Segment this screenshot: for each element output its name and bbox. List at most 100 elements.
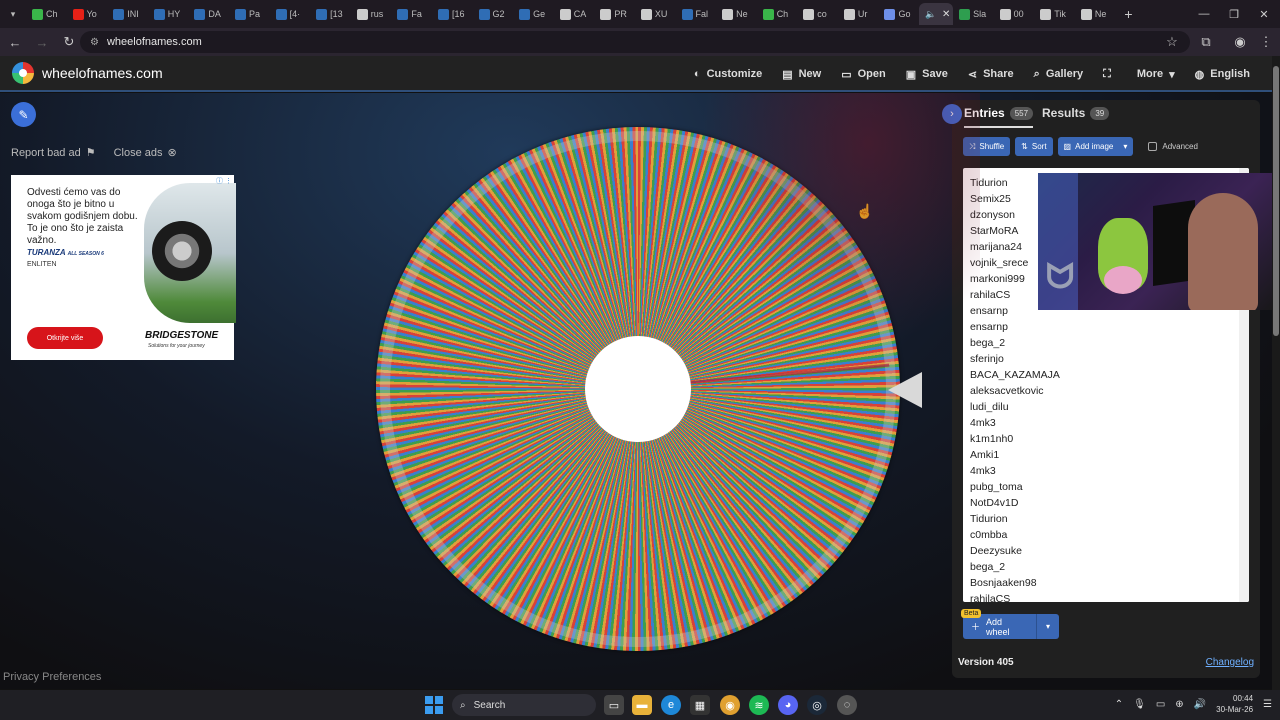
tray-chevron-icon[interactable]: ⌃ [1115,699,1123,710]
browser-tab-14[interactable]: PR [594,3,635,25]
menu-open[interactable]: ▭ Open [831,56,896,92]
site-info-icon[interactable]: ⚙ [90,37,99,48]
edge-icon[interactable]: e [661,695,681,715]
task-view-icon[interactable]: ▭ [604,695,624,715]
report-bad-ad-link[interactable]: Report bad ad ⚑ [11,146,96,159]
reload-button[interactable]: ↻ [57,30,81,54]
menu-new[interactable]: ▤ New [772,56,831,92]
profile-avatar[interactable]: ◉ [1228,30,1252,54]
browser-tab-right-3[interactable]: Ne [1075,3,1116,25]
browser-tab-19[interactable]: co [797,3,838,25]
beta-badge: Beta [961,609,982,618]
ad-info-icon[interactable]: ⓘ ⋮ [216,176,232,186]
privacy-preferences-link[interactable]: Privacy Preferences [3,671,101,683]
browser-tab-1[interactable]: Yo [67,3,108,25]
tab-entries[interactable]: Entries 557 [964,106,1034,128]
menu-save[interactable]: ▣ Save [896,56,958,92]
advanced-checkbox[interactable]: Advanced [1148,142,1198,151]
page-scrollbar[interactable] [1272,56,1280,690]
browser-tab-13[interactable]: CA [554,3,595,25]
display-icon[interactable]: ▭ [1156,699,1165,710]
notifications-icon[interactable]: ☰ [1263,699,1272,710]
browser-tab-20[interactable]: Ur [838,3,879,25]
checkbox-box[interactable] [1148,142,1158,151]
forward-button[interactable]: → [30,30,54,54]
tab-label: co [817,9,827,19]
browser-tab-17[interactable]: Ne [716,3,757,25]
discord-icon[interactable]: ◕ [778,695,798,715]
browser-tab-9[interactable]: Fa [391,3,432,25]
bookmark-star-icon[interactable]: ☆ [1160,30,1184,54]
add-image-button[interactable]: ▨ Add image ▾ [1057,137,1134,156]
steam-icon[interactable]: ◎ [807,695,827,715]
browser-tab-5[interactable]: Pa [229,3,270,25]
windows-start-icon[interactable] [425,696,443,714]
tab-label: Ne [736,9,748,19]
browser-tab-8[interactable]: rus [351,3,392,25]
ad-cta-button[interactable]: Otkrijte više [27,327,103,349]
browser-tab-3[interactable]: HY [148,3,189,25]
tab-favicon-icon [1080,8,1092,20]
browser-tab-right-0[interactable]: Sla [953,3,994,25]
extensions-icon[interactable]: ⧉ [1194,30,1218,54]
spin-wheel[interactable] [376,127,900,651]
menu-customize[interactable]: ◐ Customize [684,56,772,92]
chrome-icon[interactable]: ◉ [720,695,740,715]
back-button[interactable]: ← [3,30,27,54]
page-scrollbar-thumb[interactable] [1273,66,1279,336]
browser-tab-21[interactable]: Go [878,3,919,25]
browser-tab-6[interactable]: [4· [270,3,311,25]
browser-menu-icon[interactable]: ⋮ [1254,30,1278,54]
url-input[interactable]: ⚙ wheelofnames.com [80,31,1190,53]
browser-tab-16[interactable]: Fal [676,3,717,25]
wheel-center[interactable] [585,336,691,442]
browser-tab-18[interactable]: Ch [757,3,798,25]
tab-search-dropdown-icon[interactable]: ▾ [0,0,26,28]
browser-tab-11[interactable]: G2 [473,3,514,25]
browser-tab-right-2[interactable]: Tik [1034,3,1075,25]
advertisement-banner[interactable]: Odvesti ćemo vas do onoga što je bitno u… [11,175,236,360]
browser-tab-0[interactable]: Ch [26,3,67,25]
browser-tab-7[interactable]: [13 [310,3,351,25]
close-window-icon[interactable]: ✕ [1248,0,1280,28]
browser-tab-2[interactable]: INI [107,3,148,25]
menu-fullscreen[interactable]: ⛶ [1093,56,1127,92]
close-tab-icon[interactable]: ✕ [939,9,953,20]
browser-tab-12[interactable]: Ge [513,3,554,25]
network-icon[interactable]: ⊕ [1175,699,1183,710]
microphone-icon[interactable]: 🎙 [1133,699,1146,710]
browser-tab-active[interactable]: 🔈 ✕ [919,3,954,25]
add-wheel-label: Add wheel [986,616,1010,637]
store-icon[interactable]: ▦ [690,695,710,715]
app-icon[interactable]: ◌ [837,695,857,715]
shuffle-button[interactable]: ⤨ Shuffle [963,137,1011,156]
restore-icon[interactable]: ❐ [1218,0,1250,28]
collapse-panel-button[interactable]: › [942,104,962,124]
entries-count-badge: 557 [1009,106,1034,120]
menu-gallery[interactable]: ⌕ Gallery [1024,56,1093,92]
menu-english-label: English [1210,68,1250,80]
file-explorer-icon[interactable]: ▬ [632,695,652,715]
new-tab-button[interactable]: + [1115,6,1141,22]
tab-label: Go [898,9,911,19]
changelog-link[interactable]: Changelog [1206,657,1254,668]
tab-results[interactable]: Results 39 [1042,106,1110,120]
edit-pencil-button[interactable]: ✎ [11,102,36,127]
browser-tab-4[interactable]: DA [188,3,229,25]
browser-tab-right-1[interactable]: 00 [994,3,1035,25]
site-logo[interactable]: wheelofnames.com [12,62,163,84]
minimize-icon[interactable]: — [1188,0,1220,28]
menu-english[interactable]: ◍ English [1185,56,1260,92]
chevron-down-icon[interactable]: ▾ [1037,622,1059,631]
taskbar-search[interactable]: ⌕ Search [452,694,596,716]
spotify-icon[interactable]: ≋ [749,695,769,715]
sort-button[interactable]: ⇅ Sort [1015,137,1053,156]
clock[interactable]: 00:44 30-Mar-26 [1216,693,1253,715]
browser-tab-15[interactable]: XU [635,3,676,25]
browser-tab-10[interactable]: [16 [432,3,473,25]
volume-icon[interactable]: 🔊 [1194,699,1206,710]
menu-share[interactable]: ⋖ Share [958,56,1024,92]
close-ads-link[interactable]: Close ads ⊗ [114,146,177,159]
menu-more[interactable]: More ▾ [1127,56,1185,92]
tab-strip: Ch Yo INI HY DA Pa [4· [13 rus Fa [16 G2 Ge CA PR XU Fal… [26,0,1115,28]
